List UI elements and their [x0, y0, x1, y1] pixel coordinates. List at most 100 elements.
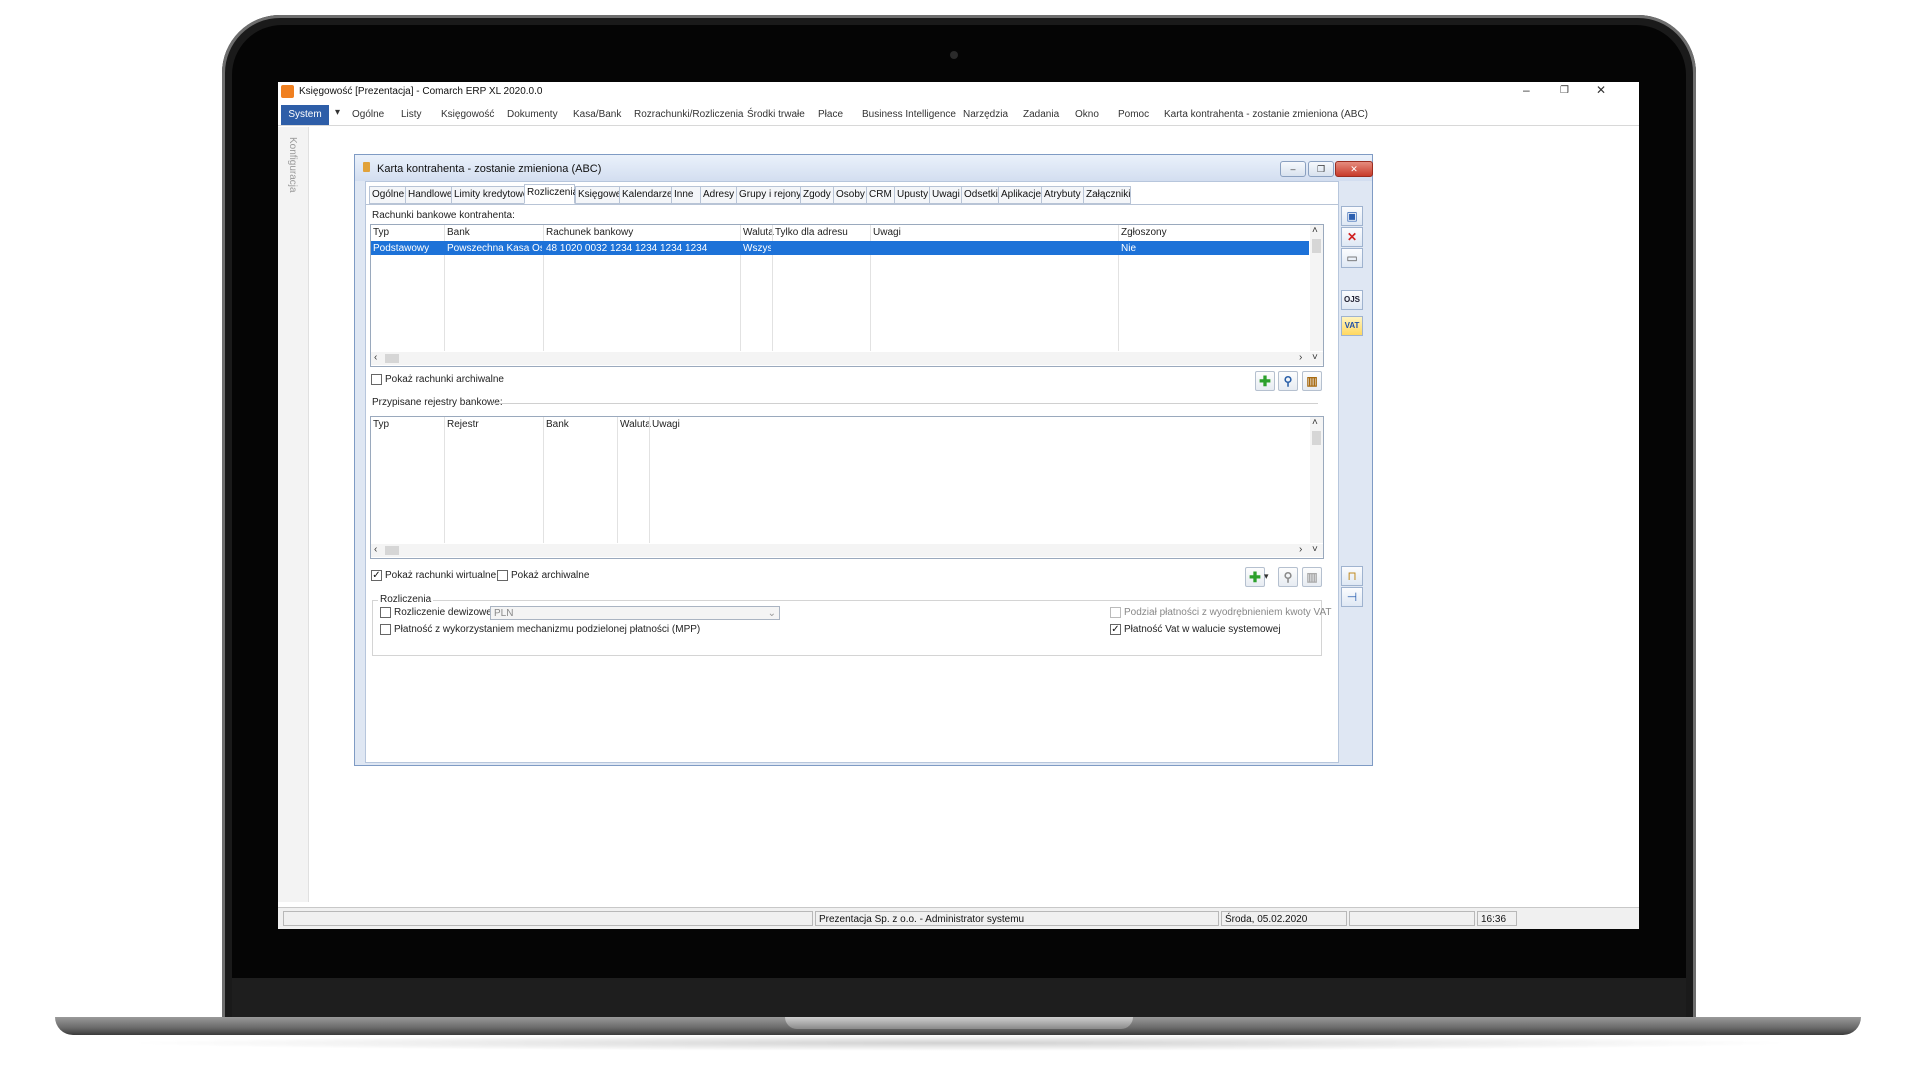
- bank-registers-label: Przypisane rejestry bankowe:: [372, 397, 503, 408]
- menu-item-ksiegowosc[interactable]: Księgowość: [441, 109, 494, 120]
- col-header-rachunek[interactable]: Rachunek bankowy: [546, 227, 633, 238]
- col-header-typ[interactable]: Typ: [373, 227, 389, 238]
- pin-icon[interactable]: ⊣: [1341, 587, 1363, 607]
- menu-item-narzedzia[interactable]: Narzędzia: [963, 109, 1008, 120]
- tabs-divider: [366, 204, 1338, 205]
- scroll-right-icon[interactable]: ›: [1299, 544, 1302, 555]
- minimize-button[interactable]: –: [1523, 83, 1530, 97]
- scroll-left-icon[interactable]: ‹: [374, 544, 377, 555]
- menu-item-zadania[interactable]: Zadania: [1023, 109, 1059, 120]
- scroll-up-icon[interactable]: ˄: [1312, 225, 1318, 236]
- sidebar-label[interactable]: Konfiguracja: [287, 137, 298, 193]
- scroll-thumb[interactable]: [385, 354, 399, 363]
- menu-item-window-karta[interactable]: Karta kontrahenta - zostanie zmieniona (…: [1164, 109, 1368, 120]
- scroll-thumb[interactable]: [1312, 239, 1321, 253]
- currency-value: PLN: [494, 608, 514, 619]
- col-header-uwagi[interactable]: Uwagi: [873, 227, 901, 238]
- book-icon[interactable]: ▭: [1341, 248, 1363, 268]
- show-archived-registers-checkbox[interactable]: [497, 570, 508, 581]
- fx-settlement-checkbox[interactable]: [380, 607, 391, 618]
- scroll-left-icon[interactable]: ‹: [374, 352, 377, 363]
- mpp-checkbox[interactable]: [380, 624, 391, 635]
- tab-uwagi[interactable]: Uwagi: [929, 186, 962, 204]
- save-icon[interactable]: ▣: [1341, 206, 1363, 226]
- dialog-title: Karta kontrahenta - zostanie zmieniona (…: [377, 163, 602, 175]
- dialog-minimize-button[interactable]: –: [1280, 161, 1306, 177]
- col-header-uwagi[interactable]: Uwagi: [652, 419, 680, 430]
- col-header-waluta[interactable]: Waluta: [743, 227, 774, 238]
- tab-odsetki[interactable]: Odsetki: [961, 186, 1000, 204]
- tab-handlowe[interactable]: Handlowe: [405, 186, 453, 204]
- col-header-tylko-dla-adresu[interactable]: Tylko dla adresu: [775, 227, 848, 238]
- dialog-close-button[interactable]: ✕: [1335, 161, 1373, 177]
- split-vat-checkbox[interactable]: [1110, 607, 1121, 618]
- show-virtual-accounts-checkbox[interactable]: ✓: [371, 570, 382, 581]
- col-header-bank[interactable]: Bank: [546, 419, 569, 430]
- tab-zgody[interactable]: Zgody: [800, 186, 834, 204]
- quick-access-icon[interactable]: ▾: [335, 107, 340, 118]
- menu-item-kasa-bank[interactable]: Kasa/Bank: [573, 109, 621, 120]
- show-archived-accounts-checkbox[interactable]: [371, 374, 382, 385]
- chevron-down-icon[interactable]: ⌄: [768, 607, 776, 621]
- maximize-button[interactable]: ❐: [1560, 85, 1569, 96]
- scroll-right-icon[interactable]: ›: [1299, 352, 1302, 363]
- currency-select[interactable]: PLN ⌄: [490, 606, 780, 620]
- col-header-typ[interactable]: Typ: [373, 419, 389, 430]
- scroll-thumb[interactable]: [385, 546, 399, 555]
- col-header-bank[interactable]: Bank: [447, 227, 470, 238]
- dialog-maximize-button[interactable]: ❐: [1308, 161, 1334, 177]
- menu-item-place[interactable]: Płace: [818, 109, 843, 120]
- tab-ogolne[interactable]: Ogólne: [369, 186, 407, 204]
- col-header-waluta[interactable]: Waluta: [620, 419, 651, 430]
- dialog-titlebar: Karta kontrahenta - zostanie zmieniona (…: [355, 155, 1373, 181]
- vertical-scrollbar[interactable]: ˄: [1310, 417, 1323, 543]
- horizontal-scrollbar[interactable]: ‹ › ˅: [371, 352, 1323, 365]
- vat-system-currency-checkbox[interactable]: ✓: [1110, 624, 1121, 635]
- tab-crm[interactable]: CRM: [866, 186, 896, 204]
- unlock-icon[interactable]: ⊓: [1341, 566, 1363, 586]
- menu-item-listy[interactable]: Listy: [401, 109, 422, 120]
- tab-rozliczenia[interactable]: Rozliczenia: [524, 184, 578, 204]
- tab-upusty[interactable]: Upusty: [894, 186, 930, 204]
- table-row[interactable]: Podstawowy Powszechna Kasa Oszcz 48 1020…: [371, 241, 1309, 255]
- tab-ksiegowe[interactable]: Księgowe: [575, 186, 621, 204]
- add-account-icon[interactable]: ✚: [1255, 371, 1275, 391]
- menu-item-dokumenty[interactable]: Dokumenty: [507, 109, 558, 120]
- tab-aplikacje[interactable]: Aplikacje: [998, 186, 1042, 204]
- vat-icon[interactable]: VAT: [1341, 316, 1363, 336]
- tab-inne[interactable]: Inne: [671, 186, 701, 204]
- tab-atrybuty[interactable]: Atrybuty: [1041, 186, 1085, 204]
- menu-item-pomoc[interactable]: Pomoc: [1118, 109, 1149, 120]
- app-title: Księgowość [Prezentacja] - Comarch ERP X…: [299, 86, 543, 97]
- col-header-zgloszony[interactable]: Zgłoszony: [1121, 227, 1167, 238]
- menu-item-okno[interactable]: Okno: [1075, 109, 1099, 120]
- menu-system[interactable]: System: [281, 105, 329, 125]
- scroll-down-icon[interactable]: ˅: [1312, 544, 1318, 555]
- menu-item-ogolne[interactable]: Ogólne: [352, 109, 384, 120]
- menu-item-srodki-trwale[interactable]: Środki trwałe: [747, 109, 805, 120]
- chevron-down-icon[interactable]: ▾: [1264, 567, 1272, 585]
- tab-limity-kredytowe[interactable]: Limity kredytowe: [451, 186, 528, 204]
- tab-zalaczniki[interactable]: Załączniki: [1083, 186, 1131, 204]
- tab-grupy-i-rejony[interactable]: Grupy i rejony: [736, 186, 801, 204]
- search-icon[interactable]: ⚲: [1278, 371, 1298, 391]
- delete-icon[interactable]: ▥: [1302, 567, 1322, 587]
- cancel-icon[interactable]: ✕: [1341, 227, 1363, 247]
- add-register-icon[interactable]: ✚: [1245, 567, 1265, 587]
- scroll-down-icon[interactable]: ˅: [1312, 352, 1318, 363]
- close-button[interactable]: ✕: [1596, 83, 1606, 97]
- menu-item-business-intelligence[interactable]: Business Intelligence: [862, 109, 956, 120]
- tab-kalendarze[interactable]: Kalendarze: [619, 186, 673, 204]
- tab-osoby[interactable]: Osoby: [833, 186, 868, 204]
- tab-adresy[interactable]: Adresy: [700, 186, 738, 204]
- search-icon[interactable]: ⚲: [1278, 567, 1298, 587]
- bank-registers-grid: Typ Rejestr Bank Waluta Uwagi ˄ ‹ › ˅: [370, 416, 1324, 559]
- ojs-icon[interactable]: OJS: [1341, 290, 1363, 310]
- menu-item-rozrachunki[interactable]: Rozrachunki/Rozliczenia: [634, 109, 744, 120]
- scroll-thumb[interactable]: [1312, 431, 1321, 445]
- scroll-up-icon[interactable]: ˄: [1312, 417, 1318, 428]
- delete-icon[interactable]: ▥: [1302, 371, 1322, 391]
- horizontal-scrollbar[interactable]: ‹ › ˅: [371, 544, 1323, 557]
- vertical-scrollbar[interactable]: ˄: [1310, 225, 1323, 351]
- col-header-rejestr[interactable]: Rejestr: [447, 419, 479, 430]
